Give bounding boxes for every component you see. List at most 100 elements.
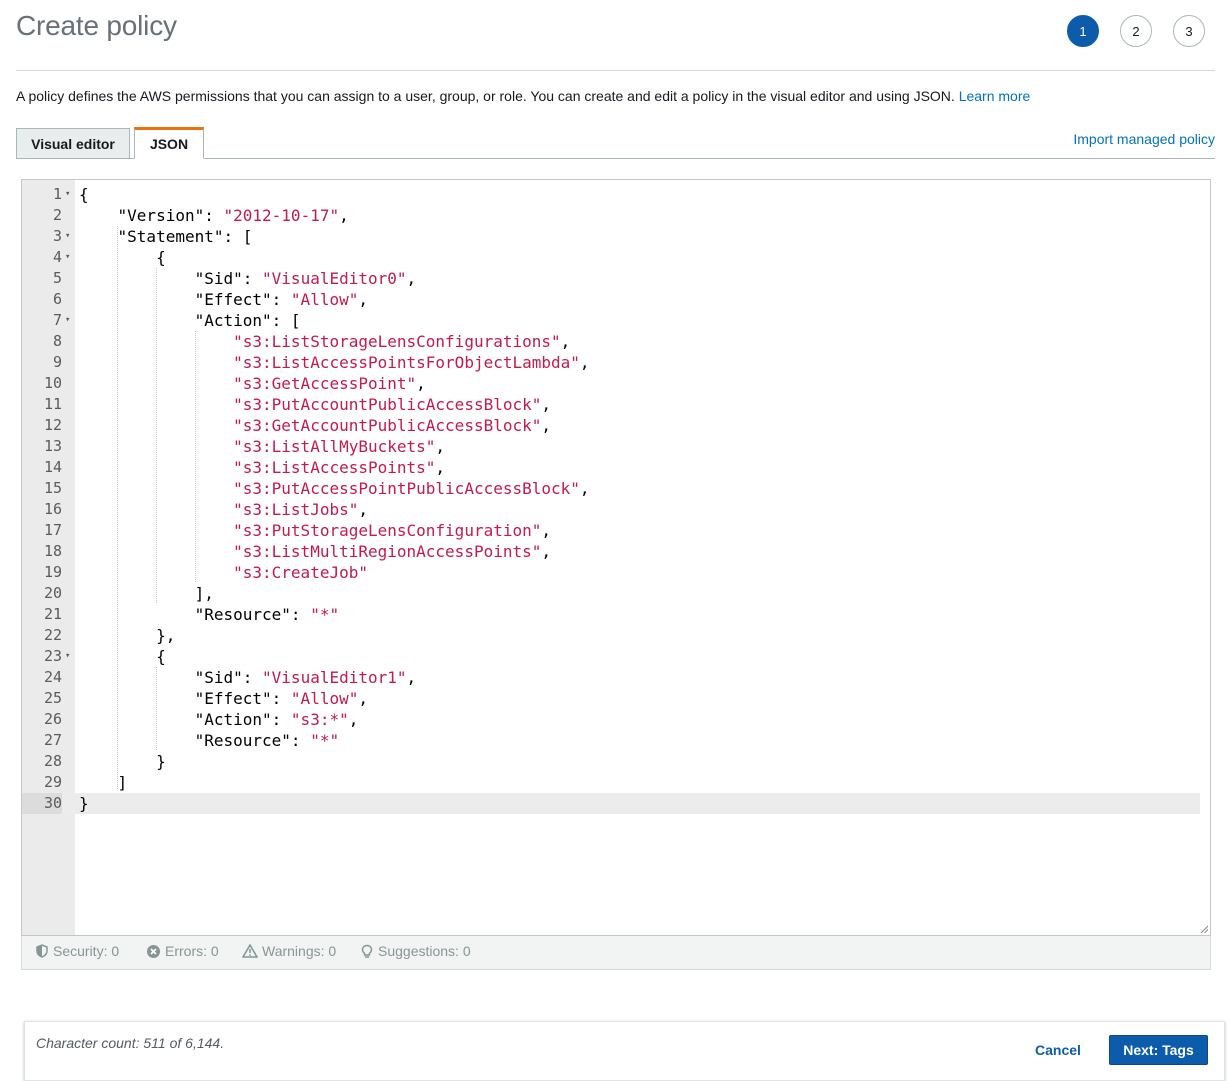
- line-number: 17: [43, 521, 62, 539]
- fold-toggle-icon[interactable]: ▾: [65, 226, 73, 247]
- suggestions-count[interactable]: Suggestions: 0: [360, 943, 471, 959]
- code-text: {: [79, 646, 166, 667]
- line-number: 6: [52, 290, 62, 308]
- code-line[interactable]: 1 ▾ {: [22, 184, 1200, 205]
- json-punctuation-token: "Statement": [: [117, 227, 253, 246]
- code-line[interactable]: 25 "Effect": "Allow",: [22, 688, 1200, 709]
- code-line[interactable]: 15 "s3:PutAccessPointPublicAccessBlock",: [22, 478, 1200, 499]
- code-text: "s3:PutAccessPointPublicAccessBlock",: [79, 478, 589, 499]
- json-punctuation-token: ,: [358, 500, 368, 519]
- step-2-indicator[interactable]: 2: [1120, 15, 1152, 47]
- line-number: 3: [52, 227, 62, 245]
- json-punctuation-token: ,: [435, 458, 446, 477]
- code-line[interactable]: 6 "Effect": "Allow",: [22, 289, 1200, 310]
- tab-visual-editor[interactable]: Visual editor: [16, 128, 130, 158]
- code-line[interactable]: 9 "s3:ListAccessPointsForObjectLambda",: [22, 352, 1200, 373]
- code-text: },: [79, 625, 175, 646]
- code-text: "Effect": "Allow",: [79, 688, 368, 709]
- code-text: "Version": "2012-10-17",: [79, 205, 349, 226]
- code-line[interactable]: 27 "Resource": "*": [22, 730, 1200, 751]
- page-title: Create policy: [16, 10, 177, 41]
- code-text: ]: [79, 772, 128, 793]
- json-punctuation-token: {: [156, 647, 166, 666]
- json-punctuation-token: ,: [339, 206, 349, 225]
- step-3-indicator[interactable]: 3: [1173, 15, 1205, 47]
- line-number: 1: [52, 185, 62, 203]
- learn-more-link[interactable]: Learn more: [959, 88, 1031, 104]
- code-line[interactable]: 17 "s3:PutStorageLensConfiguration",: [22, 520, 1200, 541]
- code-text: {: [79, 247, 166, 268]
- fold-toggle-icon[interactable]: ▾: [65, 247, 73, 268]
- code-text: }: [79, 793, 89, 814]
- code-line[interactable]: 4 ▾ {: [22, 247, 1200, 268]
- code-line[interactable]: 13 "s3:ListAllMyBuckets",: [22, 436, 1200, 457]
- code-line[interactable]: 2 "Version": "2012-10-17",: [22, 205, 1200, 226]
- code-line[interactable]: 3 ▾ "Statement": [: [22, 226, 1200, 247]
- code-line[interactable]: 10 "s3:GetAccessPoint",: [22, 373, 1200, 394]
- json-punctuation-token: ]: [117, 773, 128, 792]
- code-line[interactable]: 30}: [22, 793, 1200, 814]
- json-punctuation-token: "Effect":: [194, 290, 291, 309]
- code-text: }: [79, 751, 166, 772]
- import-managed-policy-link[interactable]: Import managed policy: [1073, 131, 1215, 147]
- json-punctuation-token: ,: [348, 710, 359, 729]
- code-line[interactable]: 20],: [22, 583, 1200, 604]
- code-line[interactable]: 7 ▾ "Action": [: [22, 310, 1200, 331]
- code-text: "s3:PutStorageLensConfiguration",: [79, 520, 551, 541]
- code-line[interactable]: 11 "s3:PutAccountPublicAccessBlock",: [22, 394, 1200, 415]
- json-punctuation-token: {: [156, 248, 166, 267]
- security-count[interactable]: Security: 0: [35, 943, 119, 959]
- code-line[interactable]: 8 "s3:ListStorageLensConfigurations",: [22, 331, 1200, 352]
- code-line[interactable]: 12 "s3:GetAccountPublicAccessBlock",: [22, 415, 1200, 436]
- json-punctuation-token: ,: [435, 437, 446, 456]
- line-number: 16: [43, 500, 62, 518]
- json-punctuation-token: {: [79, 185, 89, 204]
- warnings-count[interactable]: Warnings: 0: [242, 943, 336, 959]
- code-line[interactable]: 14 "s3:ListAccessPoints",: [22, 457, 1200, 478]
- code-text: "Effect": "Allow",: [79, 289, 368, 310]
- json-string-token: "s3:ListAllMyBuckets": [233, 437, 436, 456]
- json-string-token: "2012-10-17": [223, 206, 340, 225]
- json-punctuation-token: ],: [194, 584, 214, 603]
- json-code-editor[interactable]: 1 ▾{2 "Version": "2012-10-17", 3 ▾ "Statement…: [21, 179, 1211, 936]
- code-line[interactable]: 16 "s3:ListJobs",: [22, 499, 1200, 520]
- code-line[interactable]: 19 "s3:CreateJob": [22, 562, 1200, 583]
- code-line[interactable]: 22},: [22, 625, 1200, 646]
- resize-handle-icon[interactable]: [1200, 925, 1208, 933]
- code-line[interactable]: 26 "Action": "s3:*",: [22, 709, 1200, 730]
- code-line[interactable]: 18 "s3:ListMultiRegionAccessPoints",: [22, 541, 1200, 562]
- line-number: 2: [52, 206, 62, 224]
- json-string-token: "s3:PutAccountPublicAccessBlock": [233, 395, 542, 414]
- code-line[interactable]: 24 "Sid": "VisualEditor1",: [22, 667, 1200, 688]
- code-line[interactable]: 21 "Resource": "*": [22, 604, 1200, 625]
- code-text: "s3:ListMultiRegionAccessPoints",: [79, 541, 551, 562]
- fold-toggle-icon[interactable]: ▾: [65, 184, 73, 205]
- line-number: 9: [52, 353, 62, 371]
- code-text: "s3:ListAccessPoints",: [79, 457, 445, 478]
- json-punctuation-token: ,: [406, 269, 417, 288]
- code-line[interactable]: 28}: [22, 751, 1200, 772]
- line-number: 13: [43, 437, 62, 455]
- code-text: "Action": [: [79, 310, 301, 331]
- step-1-indicator[interactable]: 1: [1067, 15, 1099, 47]
- error-icon: [147, 944, 160, 958]
- wizard-steps: 1 2 3: [1067, 15, 1207, 51]
- next-tags-button[interactable]: Next: Tags: [1109, 1035, 1208, 1065]
- json-string-token: "s3:PutStorageLensConfiguration": [233, 521, 542, 540]
- fold-toggle-icon[interactable]: ▾: [65, 310, 73, 331]
- json-punctuation-token: }: [79, 794, 89, 813]
- tab-json[interactable]: JSON: [134, 127, 204, 159]
- code-text: "Resource": "*": [79, 730, 340, 751]
- line-number: 4: [52, 248, 62, 266]
- line-number: 18: [43, 542, 62, 560]
- json-punctuation-token: ,: [541, 521, 552, 540]
- code-line[interactable]: 23 ▾ {: [22, 646, 1200, 667]
- code-line[interactable]: 5 "Sid": "VisualEditor0",: [22, 268, 1200, 289]
- code-text: "s3:GetAccessPoint",: [79, 373, 426, 394]
- line-number: 30: [22, 793, 62, 814]
- fold-toggle-icon[interactable]: ▾: [65, 646, 73, 667]
- code-text: ],: [79, 583, 214, 604]
- errors-count[interactable]: Errors: 0: [146, 943, 219, 959]
- cancel-button[interactable]: Cancel: [1035, 1042, 1081, 1058]
- code-line[interactable]: 29]: [22, 772, 1200, 793]
